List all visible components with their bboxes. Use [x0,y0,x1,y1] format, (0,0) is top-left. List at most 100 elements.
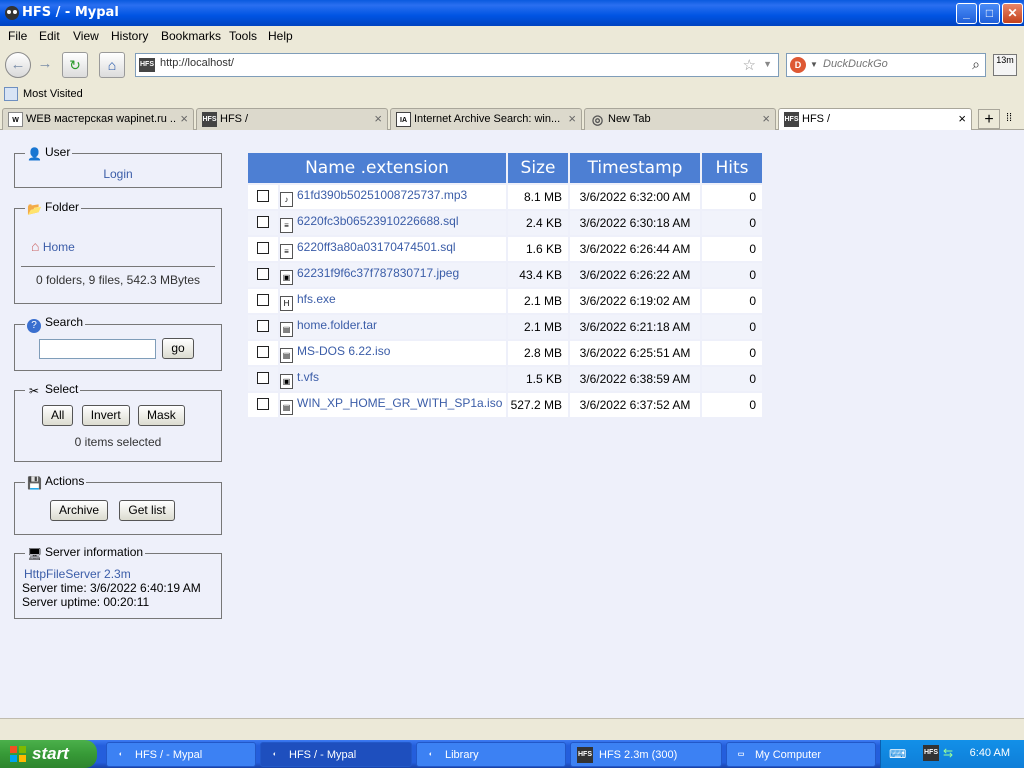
addon-button[interactable]: 13m [993,54,1017,76]
system-clock[interactable]: 6:40 AM [970,747,1010,759]
tab-favicon-icon: ◎ [591,112,604,127]
folder-panel: 📂 Folder ⌂ Home 0 folders, 9 files, 542.3… [14,200,222,304]
file-link[interactable]: 61fd390b50251008725737.mp3 [297,188,467,202]
size-column-header[interactable]: Size [508,153,568,183]
file-timestamp: 3/6/2022 6:25:51 AM [570,341,700,365]
file-hits: 0 [702,367,762,391]
get-list-button[interactable]: Get list [119,500,175,521]
menu-edit[interactable]: Edit [39,29,60,43]
close-window-button[interactable]: ✕ [1002,3,1023,24]
select-panel: ✂ Select All Invert Mask 0 items selected [14,382,222,462]
tab-hfs-1[interactable]: HFS HFS / × [196,108,388,130]
keyboard-icon[interactable]: ⌨ [889,747,906,761]
tab-close-icon[interactable]: × [374,111,382,126]
tab-internet-archive[interactable]: IA Internet Archive Search: win... × [390,108,582,130]
invert-selection-button[interactable]: Invert [81,405,130,426]
file-link[interactable]: home.folder.tar [297,318,377,332]
reload-button[interactable]: ↻ [62,52,88,78]
tab-hfs-active[interactable]: HFS HFS / × [778,108,972,131]
row-checkbox[interactable] [257,215,269,228]
file-link[interactable]: t.vfs [297,370,319,384]
search-go-button[interactable]: go [162,338,194,359]
taskbar-item-mypal-2[interactable]: ◐ HFS / - Mypal [260,742,412,767]
file-name-cell: ≡ 6220ff3a80a03170474501.sql [280,237,506,261]
file-type-icon: ▣ [280,269,293,285]
tab-close-icon[interactable]: × [568,111,576,126]
file-link[interactable]: 6220fc3b06523910226688.sql [297,214,458,228]
minimize-button[interactable]: _ [956,3,977,24]
row-checkbox-cell [248,289,278,313]
system-tray: ⌨ HFS ⇆ 6:40 AM [880,740,1024,768]
timestamp-column-header[interactable]: Timestamp [570,153,700,183]
tab-close-icon[interactable]: × [762,111,770,126]
file-link[interactable]: MS-DOS 6.22.iso [297,344,390,358]
row-checkbox[interactable] [257,267,269,280]
archive-button[interactable]: Archive [50,500,109,521]
row-checkbox[interactable] [257,345,269,358]
table-row: ▤ MS-DOS 6.22.iso 2.8 MB 3/6/2022 6:25:51 A… [248,341,762,365]
hfs-tray-icon[interactable]: HFS [923,745,939,761]
row-checkbox[interactable] [257,293,269,306]
menu-history[interactable]: History [111,29,148,43]
taskbar-item-mypal-1[interactable]: ◐ HFS / - Mypal [106,742,256,767]
file-search-input[interactable] [39,338,156,359]
tab-close-icon[interactable]: × [958,111,966,126]
name-column-header[interactable]: Name .extension [248,153,506,183]
forward-button[interactable]: → [32,52,58,78]
menu-bookmarks[interactable]: Bookmarks [161,29,221,43]
row-checkbox-cell [248,393,278,417]
row-checkbox-cell [248,341,278,365]
menu-view[interactable]: View [73,29,99,43]
row-checkbox[interactable] [257,371,269,384]
taskbar-item-my-computer[interactable]: ▭ My Computer [726,742,876,767]
start-button[interactable]: start [0,740,97,768]
engine-dropdown-icon[interactable]: ▼ [810,60,818,69]
home-button[interactable]: ⌂ [99,52,125,78]
help-icon: ? [27,319,41,333]
maximize-button[interactable]: □ [979,3,1000,24]
url-dropdown-icon[interactable]: ▼ [763,59,772,69]
mask-button[interactable]: Mask [138,405,185,426]
url-input[interactable] [160,57,720,69]
row-checkbox[interactable] [257,397,269,410]
back-button[interactable]: ← [5,52,31,78]
row-checkbox[interactable] [257,189,269,202]
file-link[interactable]: 6220ff3a80a03170474501.sql [297,240,456,254]
file-size: 1.5 KB [508,367,568,391]
search-input[interactable] [823,58,953,70]
login-link[interactable]: Login [103,167,132,181]
status-bar [0,718,1024,740]
menu-file[interactable]: File [8,29,27,43]
file-name-cell: Hhfs.exe [280,289,506,313]
new-tab-button[interactable]: + [978,109,1000,129]
bookmark-most-visited[interactable]: Most Visited [23,88,83,100]
site-hfs-icon: HFS [139,58,155,72]
hfs-version-link[interactable]: HttpFileServer 2.3m [24,567,131,581]
row-checkbox[interactable] [257,319,269,332]
menu-help[interactable]: Help [268,29,293,43]
list-all-tabs-icon[interactable]: ⁞⁞ [1006,112,1012,124]
tab-close-icon[interactable]: × [180,111,188,126]
row-checkbox[interactable] [257,241,269,254]
tab-title: WEB мастерская wapinet.ru ... [26,113,176,125]
file-link[interactable]: hfs.exe [297,292,336,306]
taskbar-item-hfs[interactable]: HFS HFS 2.3m (300) [570,742,722,767]
tab-new-tab[interactable]: ◎ New Tab × [584,108,776,130]
reload-icon: ↻ [69,57,81,73]
search-icon[interactable]: ⌕ [972,56,980,73]
taskbar-item-library[interactable]: ◐ Library [416,742,566,767]
tab-wapinet[interactable]: W WEB мастерская wapinet.ru ... × [2,108,194,130]
menu-tools[interactable]: Tools [229,29,257,43]
select-all-button[interactable]: All [42,405,74,426]
duckduckgo-icon[interactable]: D [790,57,806,73]
home-link[interactable]: Home [43,240,75,254]
network-icon[interactable]: ⇆ [943,746,953,760]
file-size: 2.8 MB [508,341,568,365]
file-link[interactable]: WIN_XP_HOME_GR_WITH_SP1a.iso [297,396,502,410]
hits-column-header[interactable]: Hits [702,153,762,183]
search-bar[interactable]: D ▼ ⌕ [786,53,986,77]
bookmark-star-icon[interactable]: ☆ [743,56,756,74]
file-link[interactable]: 62231f9f6c37f787830717.jpeg [297,266,459,280]
address-bar[interactable]: HFS ☆ ▼ [135,53,779,77]
table-row: ▣ 62231f9f6c37f787830717.jpeg 43.4 KB 3/6/2… [248,263,762,287]
